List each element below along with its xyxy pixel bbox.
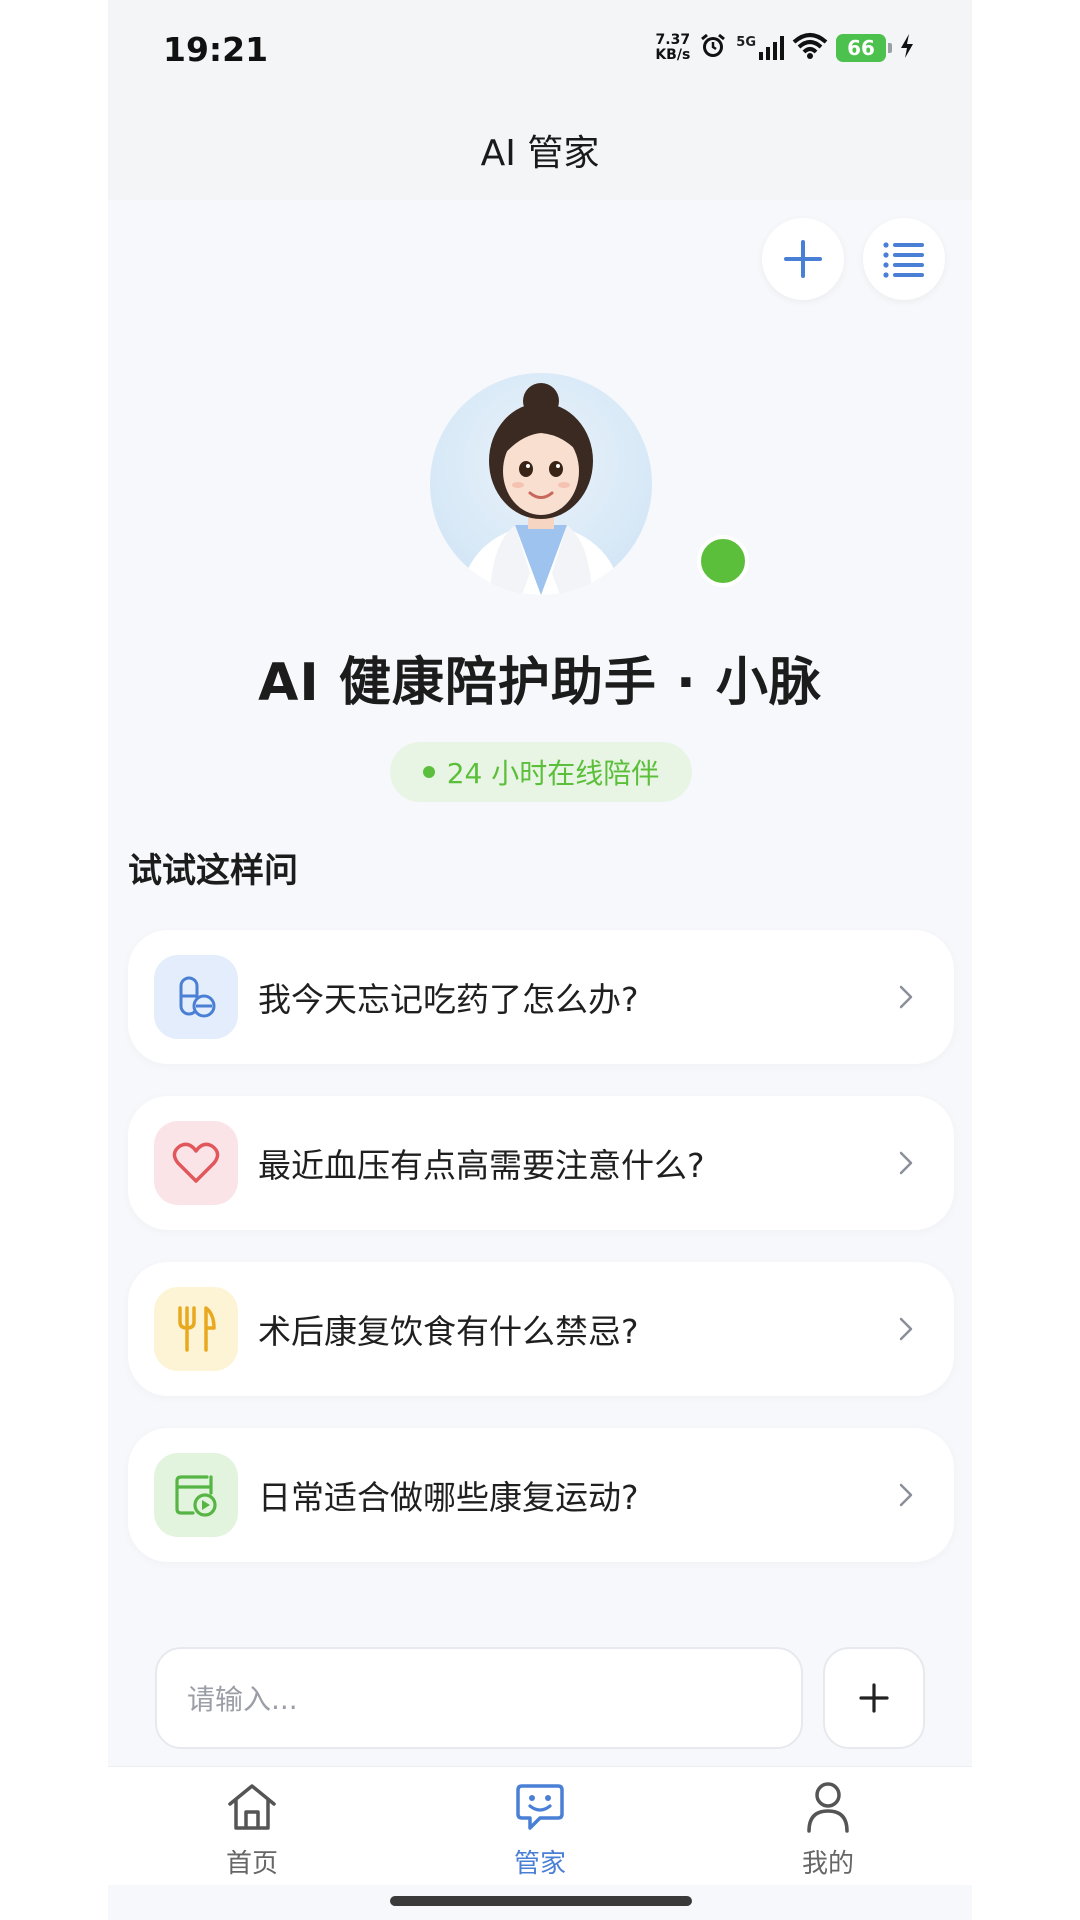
suggestion-text: 我今天忘记吃药了怎么办?	[258, 980, 639, 1019]
tab-assistant[interactable]: 管家	[396, 1767, 684, 1885]
pill-icon	[154, 955, 238, 1039]
message-input-container	[155, 1647, 803, 1749]
list-icon	[883, 242, 924, 278]
battery-level: 66	[847, 36, 875, 60]
suggestion-card-exercise[interactable]: 日常适合做哪些康复运动?	[128, 1428, 954, 1562]
suggestion-text: 术后康复饮食有什么禁忌?	[258, 1312, 639, 1351]
status-indicators: 7.37 KB/s 5G 66	[655, 28, 914, 68]
signal-icon: 5G	[736, 35, 784, 61]
new-chat-button[interactable]	[762, 218, 844, 300]
online-status-badge: 24 小时在线陪伴	[390, 742, 692, 802]
network-speed-value: 7.37	[655, 32, 691, 48]
charging-icon	[900, 33, 914, 63]
assistant-name: AI 健康陪护助手 · 小脉	[258, 653, 822, 713]
tab-home[interactable]: 首页	[108, 1767, 396, 1885]
online-status-text: 24 小时在线陪伴	[446, 757, 660, 790]
exercise-video-icon	[154, 1453, 238, 1537]
suggestions-title: 试试这样问	[128, 851, 298, 891]
title-bar: AI 管家	[108, 100, 972, 200]
profile-icon	[800, 1779, 856, 1835]
suggestion-card-missed-medication[interactable]: 我今天忘记吃药了怎么办?	[128, 930, 954, 1064]
status-time: 19:21	[163, 30, 269, 69]
heart-icon	[154, 1121, 238, 1205]
suggestion-text: 最近血压有点高需要注意什么?	[258, 1146, 705, 1185]
chevron-right-icon	[894, 1483, 918, 1507]
suggestion-text: 日常适合做哪些康复运动?	[258, 1478, 639, 1517]
chat-assistant-icon	[512, 1779, 568, 1835]
history-list-button[interactable]	[863, 218, 945, 300]
tab-label: 首页	[225, 1849, 278, 1879]
chevron-right-icon	[894, 1151, 918, 1175]
wifi-icon	[792, 32, 828, 64]
alarm-icon	[698, 31, 728, 65]
network-type-label: 5G	[736, 35, 756, 50]
status-bar: 19:21 7.37 KB/s 5G 66	[108, 0, 972, 100]
assistant-avatar	[430, 373, 652, 595]
home-icon	[224, 1779, 280, 1835]
battery-icon: 66	[836, 34, 892, 62]
app-screen: 19:21 7.37 KB/s 5G 66 AI 管家 AI 健康陪护助手 · …	[108, 0, 972, 1920]
chevron-right-icon	[894, 1317, 918, 1341]
suggestion-card-blood-pressure[interactable]: 最近血压有点高需要注意什么?	[128, 1096, 954, 1230]
plus-icon	[859, 1683, 889, 1713]
suggestion-card-diet[interactable]: 术后康复饮食有什么禁忌?	[128, 1262, 954, 1396]
tab-profile[interactable]: 我的	[684, 1767, 972, 1885]
home-indicator[interactable]	[390, 1896, 692, 1906]
online-status-indicator	[697, 535, 749, 587]
message-input[interactable]	[185, 1649, 769, 1749]
bottom-tab-bar: 首页 管家 我的	[108, 1766, 972, 1885]
attach-button[interactable]	[823, 1647, 925, 1749]
chevron-right-icon	[894, 985, 918, 1009]
fork-knife-icon	[154, 1287, 238, 1371]
page-title: AI 管家	[480, 133, 600, 174]
plus-icon	[784, 240, 822, 278]
network-speed-unit: KB/s	[655, 47, 691, 63]
status-dot	[422, 766, 435, 778]
tab-label: 我的	[801, 1849, 854, 1879]
tab-label: 管家	[513, 1849, 566, 1879]
network-speed: 7.37 KB/s	[655, 33, 690, 63]
